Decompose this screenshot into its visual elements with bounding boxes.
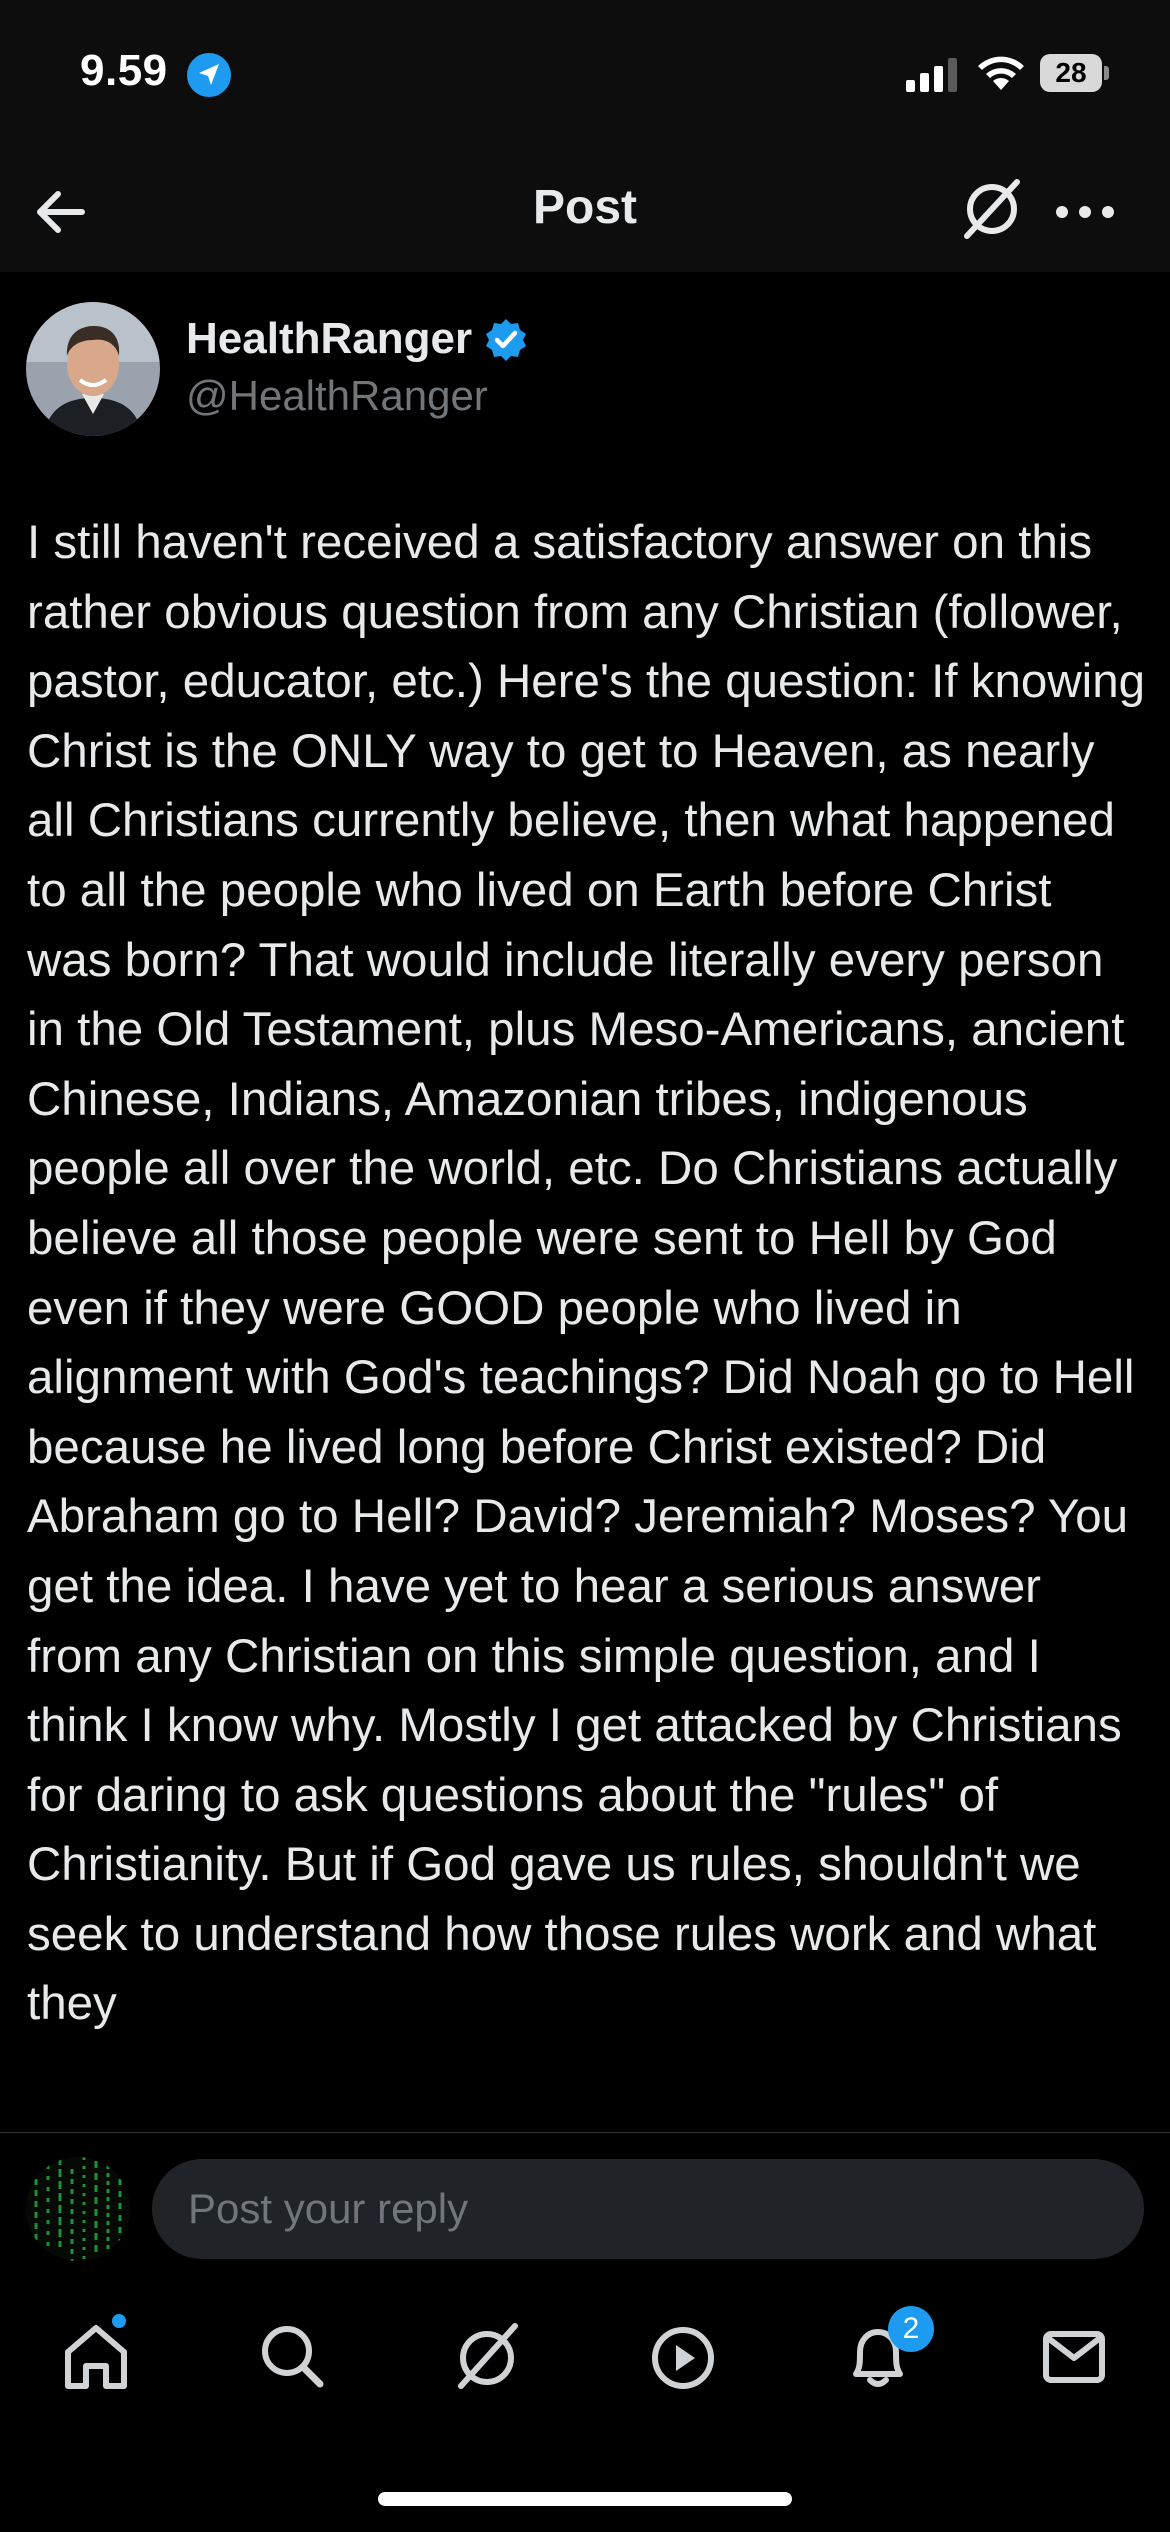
post-container: HealthRanger @HealthRanger I still haven… [0,272,1170,2132]
reply-composer [0,2132,1170,2279]
mail-icon [1043,2331,1105,2383]
author-handle[interactable]: @HealthRanger [186,372,488,420]
user-avatar[interactable] [26,2157,130,2261]
status-time: 9.59 [80,46,168,95]
battery-level: 28 [1040,54,1102,92]
battery-tip [1104,66,1109,80]
play-icon [652,2327,714,2389]
more-options-button[interactable] [1052,180,1118,244]
tab-messages[interactable] [1034,2316,1114,2396]
author-avatar[interactable] [26,302,160,436]
status-bar: 9.59 28 [0,0,1170,150]
home-icon [65,2325,127,2389]
reply-input[interactable] [152,2159,1144,2259]
verified-badge-icon [482,316,530,364]
location-arrow-icon [186,52,232,98]
cellular-signal-icon [906,58,960,92]
top-navigation-bar: Post [0,150,1170,272]
notification-count-badge: 2 [888,2306,934,2352]
post-body-text: I still haven't received a satisfactory … [27,516,1146,2031]
grok-button[interactable] [955,172,1029,246]
home-notification-dot [112,2314,126,2328]
home-indicator [378,2492,792,2506]
tab-grok[interactable] [447,2316,527,2396]
search-icon [262,2326,324,2388]
more-horizontal-icon [1056,206,1114,218]
wifi-icon [976,54,1026,92]
grok-icon [458,2323,518,2389]
grok-icon [964,179,1020,239]
tab-search[interactable] [252,2316,332,2396]
battery-indicator: 28 [1040,54,1110,92]
tab-home[interactable] [56,2316,136,2396]
author-name[interactable]: HealthRanger [186,314,472,364]
bottom-tab-bar: 2 [0,2278,1170,2532]
tab-video[interactable] [643,2316,723,2396]
